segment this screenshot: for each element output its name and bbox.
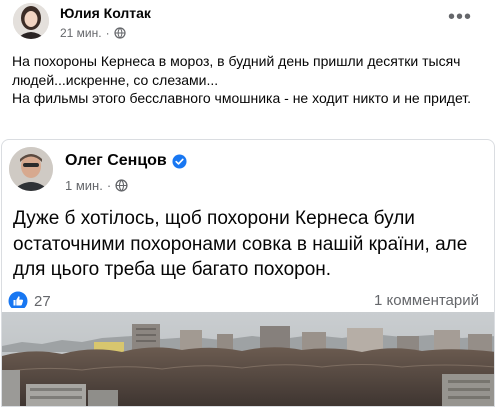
verified-badge-icon — [172, 153, 187, 169]
shared-post-time[interactable]: 1 мин. — [65, 178, 103, 193]
post-header: Юлия Колтак 21 мин. · ••• — [0, 0, 496, 44]
post-text: На похороны Кернеса в мороз, в будний де… — [12, 52, 486, 108]
post-text-line: На похороны Кернеса в мороз, в будний де… — [12, 53, 461, 88]
post-text-line: На фильмы этого бесславного чмошника - н… — [12, 90, 472, 106]
shared-author-name[interactable]: Олег Сенцов — [65, 152, 167, 170]
globe-icon — [114, 27, 126, 39]
shared-post-text: Дуже б хотілось, щоб похорони Кернеса бу… — [13, 208, 468, 280]
globe-icon — [115, 179, 128, 192]
reactions-count: 27 — [34, 292, 51, 310]
shared-post-meta: 1 мин. · — [65, 178, 128, 193]
author-name[interactable]: Юлия Колтак — [60, 5, 151, 21]
shared-author-avatar[interactable] — [9, 147, 53, 191]
more-options-icon[interactable]: ••• — [448, 7, 472, 27]
shared-post-card[interactable]: Олег Сенцов 1 мин. · Дуже б хотілось, що… — [1, 139, 495, 407]
shared-author-name-row: Олег Сенцов — [65, 152, 187, 170]
post-meta: 21 мин. · — [60, 26, 126, 40]
cityscape-photo[interactable] — [2, 312, 495, 407]
author-avatar[interactable] — [13, 3, 49, 39]
post-time[interactable]: 21 мин. — [60, 26, 102, 40]
comments-count-link[interactable]: 1 комментарий — [374, 292, 479, 309]
